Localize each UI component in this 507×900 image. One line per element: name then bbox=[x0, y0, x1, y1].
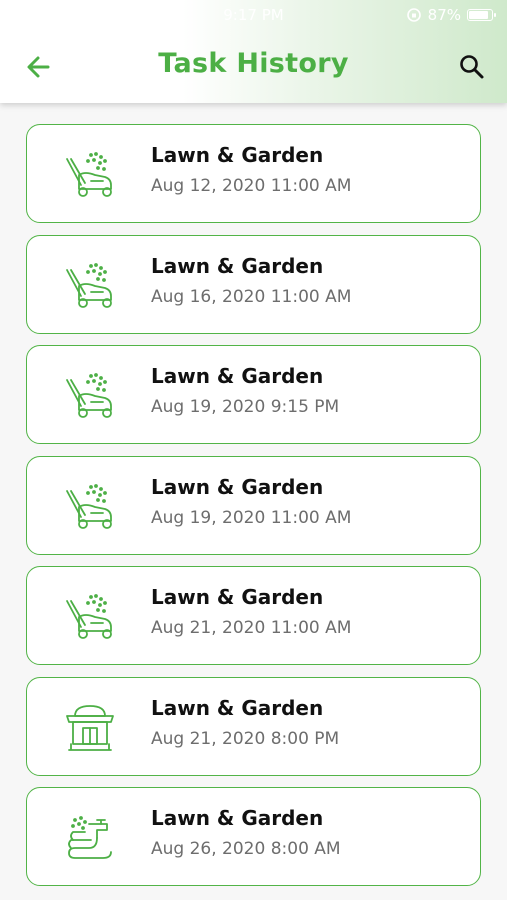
task-card[interactable]: Lawn & Garden Aug 19, 2020 11:00 AM bbox=[26, 455, 481, 555]
task-date: Aug 26, 2020 8:00 AM bbox=[151, 839, 341, 859]
task-date: Aug 21, 2020 8:00 PM bbox=[151, 728, 340, 749]
task-card[interactable]: Lawn & Garden Aug 16, 2020 11:00 AM bbox=[26, 234, 481, 334]
search-icon bbox=[460, 55, 484, 79]
bbq-grill-icon bbox=[61, 698, 119, 756]
task-title: Lawn & Garden bbox=[151, 143, 324, 167]
task-date: Aug 19, 2020 11:00 AM bbox=[151, 507, 352, 528]
task-card[interactable]: Lawn & Garden Aug 21, 2020 8:00 PM bbox=[26, 676, 481, 776]
lawn-mower-icon bbox=[61, 587, 119, 645]
search-button[interactable] bbox=[455, 50, 489, 84]
lawn-mower-icon bbox=[61, 477, 119, 535]
task-date: Aug 16, 2020 11:00 AM bbox=[151, 286, 352, 307]
task-title: Lawn & Garden bbox=[151, 253, 324, 278]
task-card[interactable]: Lawn & Garden Aug 12, 2020 11:00 AM bbox=[26, 124, 481, 223]
lawn-mower-icon bbox=[61, 145, 119, 203]
task-title: Lawn & Garden bbox=[151, 364, 324, 388]
task-title: Lawn & Garden bbox=[151, 585, 324, 609]
task-card[interactable]: Lawn & Garden Aug 21, 2020 11:00 AM bbox=[26, 566, 481, 665]
task-title: Lawn & Garden bbox=[151, 695, 324, 720]
task-card[interactable]: Lawn & Garden Aug 19, 2020 9:15 PM bbox=[26, 345, 481, 444]
orientation-lock-icon bbox=[406, 8, 421, 22]
task-card[interactable]: Lawn & Garden Aug 26, 2020 8:00 AM bbox=[26, 787, 481, 886]
battery-fill bbox=[469, 11, 488, 19]
battery-percent: 87% bbox=[427, 6, 461, 24]
garden-hose-icon bbox=[61, 808, 119, 866]
lawn-mower-icon bbox=[61, 256, 119, 314]
task-date: Aug 19, 2020 9:15 PM bbox=[151, 397, 340, 417]
status-bar: 9:17 PM 87% bbox=[0, 0, 507, 30]
task-title: Lawn & Garden bbox=[151, 474, 324, 499]
task-date: Aug 12, 2020 11:00 AM bbox=[151, 176, 352, 196]
task-title: Lawn & Garden bbox=[151, 806, 324, 830]
battery-icon bbox=[467, 9, 496, 21]
page-title: Task History bbox=[158, 48, 349, 79]
app-header: 9:17 PM 87% Task History bbox=[0, 0, 507, 103]
lawn-mower-icon bbox=[61, 366, 119, 424]
task-date: Aug 21, 2020 11:00 AM bbox=[151, 618, 352, 638]
status-right: 87% bbox=[406, 6, 496, 24]
